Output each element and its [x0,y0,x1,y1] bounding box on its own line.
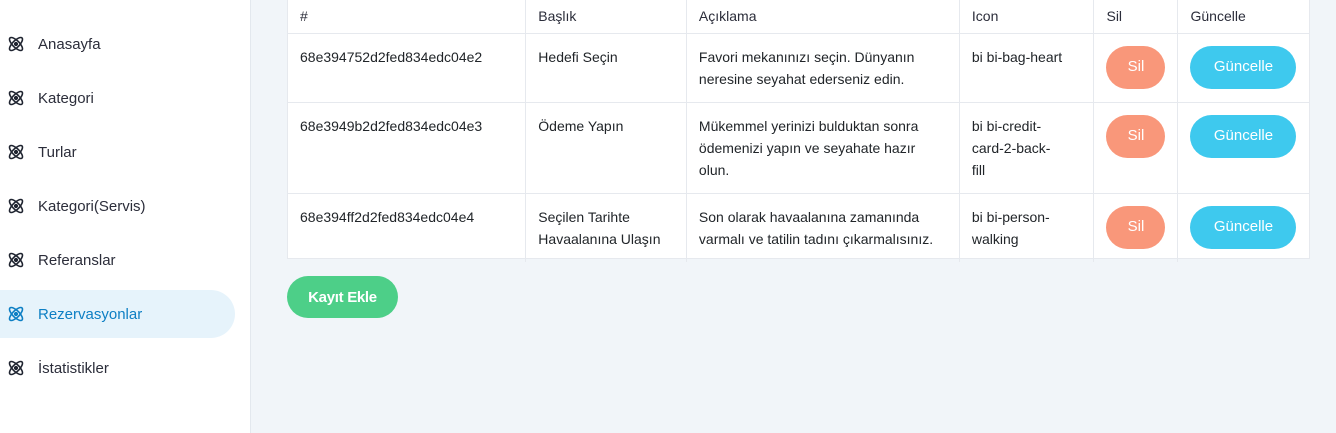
cell-update: Güncelle [1177,32,1309,103]
delete-button[interactable]: Sil [1106,205,1166,249]
sidebar-item-istatistikler[interactable]: İstatistikler [0,344,235,392]
description-line: Mükemmel yerinizi bulduktan sonra [698,117,919,134]
sidebar-item-label: Anasayfa [38,35,101,53]
atom-icon [6,358,26,378]
table-header-row: # Başlık Açıklama Icon Sil Güncelle [288,0,1309,34]
atom-icon [6,250,26,270]
description-line: olun. [698,161,730,178]
sidebar-item-kategori[interactable]: Kategori [0,74,235,122]
table-row: 68e394ff2d2fed834edc04e4 Seçilen Tarihte… [288,192,1309,262]
sidebar-item-anasayfa[interactable]: Anasayfa [0,20,235,68]
sidebar-item-referanslar[interactable]: Referanslar [0,236,235,284]
atom-icon [6,196,26,216]
cell-icon: bi bi-credit- card-2-back- fill [958,101,1095,194]
data-table-card: # Başlık Açıklama Icon Sil Güncelle 68e3… [287,0,1310,262]
column-header-id: # [288,0,527,34]
description-line: Favori mekanınızı seçin. Dünyanın [698,48,915,65]
icon-line: bi bi-bag-heart [971,48,1063,65]
cell-icon: bi bi-bag-heart [958,32,1095,103]
cell-delete: Sil [1093,101,1179,194]
sidebar-item-kategori-servis[interactable]: Kategori(Servis) [0,182,235,230]
column-header-title: Başlık [525,0,687,34]
table-row: 68e394752d2fed834edc04e2 Hedefi Seçin Fa… [288,32,1309,103]
sidebar-item-rezervasyonlar[interactable]: Rezervasyonlar [0,290,235,338]
description-line: ödemenizi yapın ve seyahate hazır [698,139,916,156]
cell-delete: Sil [1093,32,1179,103]
cell-id: 68e3949b2d2fed834edc04e3 [288,101,527,194]
cell-description: Mükemmel yerinizi bulduktan sonra ödemen… [685,101,960,194]
description-line: varmalı ve tatilin tadını çıkarmalısınız… [698,230,934,247]
title-line: Havaalanına Ulaşın [538,230,661,247]
icon-line: bi bi-person- [971,208,1050,225]
sidebar-item-turlar[interactable]: Turlar [0,128,235,176]
update-button[interactable]: Güncelle [1190,205,1297,249]
description-line: neresine seyahat ederseniz edin. [698,70,905,87]
icon-line: fill [971,161,986,178]
sidebar-item-label: Referanslar [38,251,116,269]
delete-button[interactable]: Sil [1106,45,1166,89]
atom-icon [6,304,26,324]
icon-line: walking [971,230,1019,247]
title-line: Seçilen Tarihte [538,208,630,225]
table-row: 68e3949b2d2fed834edc04e3 Ödeme Yapın Mük… [288,101,1309,194]
sidebar-item-label: Kategori(Servis) [38,197,146,215]
sidebar: Anasayfa Kategori Turlar Kategori(Servis… [0,0,251,433]
data-table: # Başlık Açıklama Icon Sil Güncelle 68e3… [288,0,1309,262]
icon-line: card-2-back- [971,139,1051,156]
column-header-update: Güncelle [1177,0,1309,34]
atom-icon [6,34,26,54]
sidebar-item-label: Rezervasyonlar [38,305,143,323]
cell-update: Güncelle [1177,192,1309,262]
update-button[interactable]: Güncelle [1190,114,1297,158]
atom-icon [6,142,26,162]
atom-icon [6,88,26,108]
cell-description: Favori mekanınızı seçin. Dünyanın neresi… [685,32,960,103]
cell-description: Son olarak havaalanına zamanında varmalı… [685,192,960,262]
sidebar-item-label: Kategori [38,89,94,107]
column-header-icon: Icon [958,0,1095,34]
cell-title: Hedefi Seçin [525,32,687,103]
cell-delete: Sil [1093,192,1179,262]
description-line: Son olarak havaalanına zamanında [698,208,920,225]
delete-button[interactable]: Sil [1106,114,1166,158]
column-header-delete: Sil [1093,0,1179,34]
cell-title: Ödeme Yapın [525,101,687,194]
add-record-button[interactable]: Kayıt Ekle [287,276,398,318]
cell-update: Güncelle [1177,101,1309,194]
sidebar-item-label: Turlar [38,143,77,161]
cell-title: Seçilen Tarihte Havaalanına Ulaşın [525,192,687,262]
cell-id: 68e394752d2fed834edc04e2 [288,32,527,103]
column-header-description: Açıklama [685,0,960,34]
sidebar-item-label: İstatistikler [38,359,109,377]
cell-icon: bi bi-person- walking [958,192,1095,262]
update-button[interactable]: Güncelle [1190,45,1297,89]
icon-line: bi bi-credit- [971,117,1042,134]
cell-id: 68e394ff2d2fed834edc04e4 [288,192,527,262]
